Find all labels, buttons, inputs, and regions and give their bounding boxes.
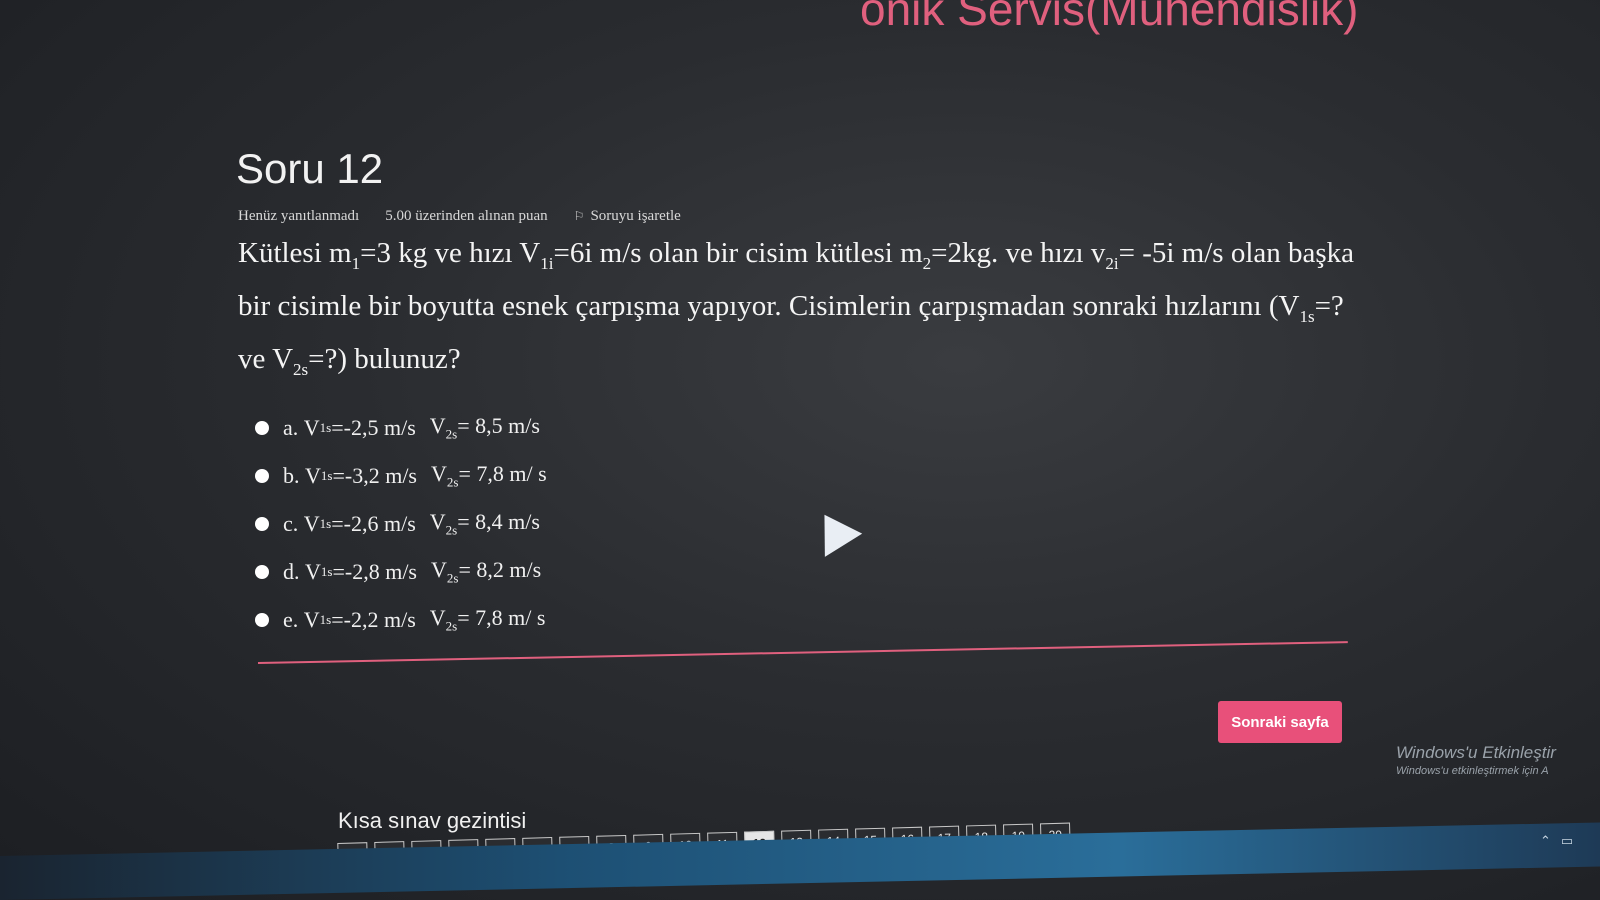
answer-options: a. V 1s = -2,5 m/s V2s= 8,5 m/s b. V 1s = -3…: [255, 404, 547, 644]
next-page-button[interactable]: Sonraki sayfa: [1218, 701, 1342, 743]
question-text: Kütlesi m1=3 kg ve hızı V1i=6i m/s olan …: [238, 237, 1355, 379]
radio-button[interactable]: [255, 517, 269, 531]
mouse-cursor-icon: [805, 503, 863, 557]
radio-button[interactable]: [255, 613, 269, 627]
question-info: Henüz yanıtlanmadı 5.00 üzerinden alınan…: [238, 208, 681, 225]
activation-subtitle: Windows'u etkinleştirmek için A: [1396, 765, 1549, 777]
windows-activation-watermark: Windows'u Etkinleştir Windows'u etkinleş…: [1396, 743, 1556, 777]
flag-icon: ⚐: [573, 209, 585, 223]
section-divider: [257, 641, 1348, 664]
flag-question-label: Soruyu işaretle: [590, 208, 681, 224]
course-title: onik Servis(Mühendislik): [860, 0, 1359, 35]
radio-button[interactable]: [255, 469, 269, 483]
answer-option-d[interactable]: d. V 1s = -2,8 m/s V2s= 8,2 m/s: [255, 548, 547, 596]
answer-option-a[interactable]: a. V 1s = -2,5 m/s V2s= 8,5 m/s: [255, 404, 547, 452]
answer-option-c[interactable]: c. V 1s = -2,6 m/s V2s= 8,4 m/s: [255, 500, 547, 548]
radio-button[interactable]: [255, 421, 269, 435]
question-points: 5.00 üzerinden alınan puan: [385, 208, 548, 224]
question-title: Soru 12: [236, 145, 384, 192]
answer-option-b[interactable]: b. V 1s = -3,2 m/s V2s= 7,8 m/ s: [255, 452, 547, 500]
flag-question-link[interactable]: ⚐ Soruyu işaretle: [574, 208, 681, 225]
chevron-up-icon[interactable]: ⌃: [1540, 833, 1551, 849]
radio-button[interactable]: [255, 565, 269, 579]
network-icon[interactable]: ▭: [1561, 833, 1573, 849]
activation-title: Windows'u Etkinleştir: [1396, 743, 1556, 762]
answer-option-e[interactable]: e. V 1s = -2,2 m/s V2s= 7,8 m/ s: [255, 596, 547, 644]
system-tray: ⌃ ▭: [1540, 833, 1573, 849]
question-status: Henüz yanıtlanmadı: [238, 208, 360, 224]
